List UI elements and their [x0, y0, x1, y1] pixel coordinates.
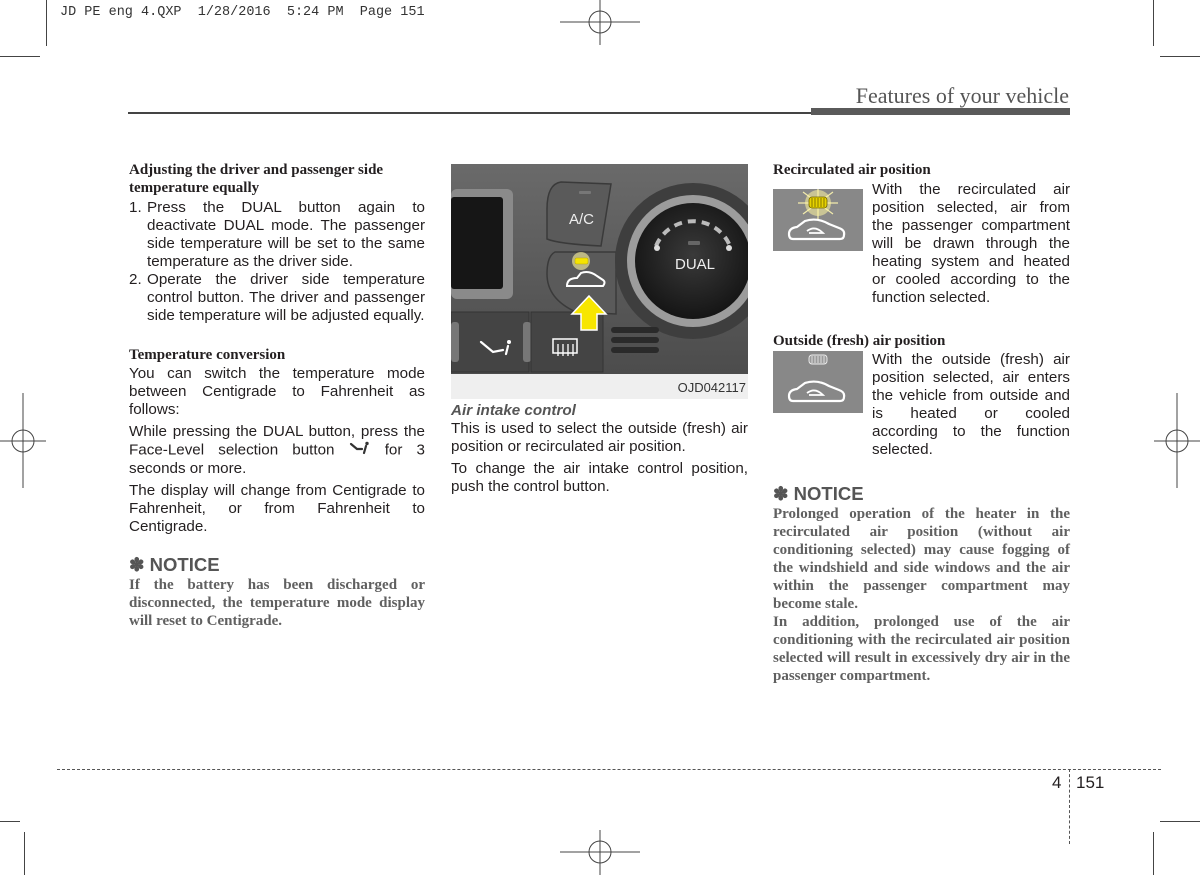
outside-air-icon	[773, 351, 863, 413]
notice-heading: ✽ NOTICE	[773, 483, 864, 504]
page-number: 151	[1076, 773, 1105, 792]
recirculated-air-icon	[773, 188, 863, 251]
registration-mark-top	[555, 0, 645, 45]
step-item: 2. Operate the driver side temperature co…	[129, 271, 425, 324]
ac-label: A/C	[569, 211, 594, 228]
registration-mark-left	[0, 393, 48, 488]
heading-outside-air: Outside (fresh) air position	[773, 332, 946, 349]
chapter-number: 4	[1052, 773, 1062, 792]
crop-mark-top-left-h	[0, 56, 40, 57]
notice-asterisk-icon: ✽	[129, 553, 145, 575]
column-middle: Air intake control This is used to selec…	[451, 402, 748, 500]
paragraph: To change the air intake control positio…	[451, 460, 748, 495]
header-rule	[128, 112, 811, 114]
figure-code: OJD042117	[677, 380, 746, 395]
print-slug: JD PE eng 4.QXP 1/28/2016 5:24 PM Page 1…	[60, 5, 425, 20]
notice-body: Prolonged operation of the heater in the…	[773, 506, 1070, 612]
paragraph: The display will change from Centigrade …	[129, 481, 425, 535]
heading-adjust-equal: Adjusting the driver and passenger side …	[129, 162, 384, 196]
column-left: Adjusting the driver and passenger side …	[129, 162, 425, 630]
crop-mark-top-left-v	[46, 0, 47, 46]
paragraph: You can switch the temperature mode betw…	[129, 364, 425, 418]
crop-mark-bottom-right-v	[1153, 832, 1154, 875]
notice-body: In addition, prolonged use of the air co…	[773, 614, 1070, 684]
heading-temp-conversion: Temperature conversion	[129, 347, 286, 363]
step-list: 1. Press the DUAL button again to deactiv…	[129, 199, 425, 325]
outside-description: With the outside (fresh) air position se…	[872, 351, 1070, 458]
paragraph: This is used to select the outside (fres…	[451, 420, 748, 455]
heading-recirculated: Recirculated air position	[773, 162, 931, 178]
vent-grille	[611, 327, 659, 353]
intake-indicator-glow	[572, 252, 590, 270]
notice-heading: ✽ NOTICE	[129, 553, 220, 575]
outside-block: With the outside (fresh) air position se…	[773, 351, 1070, 459]
header-rule-accent	[811, 108, 1070, 115]
crop-mark-top-right-v	[1153, 0, 1154, 46]
ac-indicator	[579, 191, 591, 194]
dual-indicator	[688, 241, 700, 245]
crop-mark-top-right-h	[1160, 56, 1200, 57]
footer-divider	[1069, 769, 1070, 844]
column-right: Recirculated air position With the recir…	[773, 162, 1070, 685]
recirc-description: With the recirculated air position selec…	[872, 180, 1070, 306]
crop-mark-bottom-right-h	[1160, 821, 1200, 822]
dual-label: DUAL	[675, 256, 715, 273]
registration-mark-right	[1152, 393, 1200, 488]
registration-mark-bottom	[555, 830, 645, 875]
step-item: 1. Press the DUAL button again to deactiv…	[129, 199, 425, 270]
heading-air-intake: Air intake control	[451, 402, 576, 419]
recirc-block: With the recirculated air position selec…	[773, 181, 1070, 307]
notice-body: If the battery has been discharged or di…	[129, 576, 425, 629]
crop-mark-bottom-left-v	[24, 832, 25, 875]
face-level-icon	[349, 441, 371, 460]
section-title: Features of your vehicle	[855, 83, 1069, 108]
climate-control-illustration: A/C DUAL OJD042117	[450, 164, 771, 399]
paragraph: While pressing the DUAL button, press th…	[129, 422, 425, 477]
crop-mark-bottom-left-h	[0, 821, 20, 822]
face-level-button	[450, 311, 530, 373]
notice-asterisk-icon: ✽	[773, 483, 789, 504]
display-screen	[451, 197, 503, 289]
footer-rule	[57, 769, 1161, 770]
climate-panel-drawing: A/C DUAL	[450, 164, 771, 374]
